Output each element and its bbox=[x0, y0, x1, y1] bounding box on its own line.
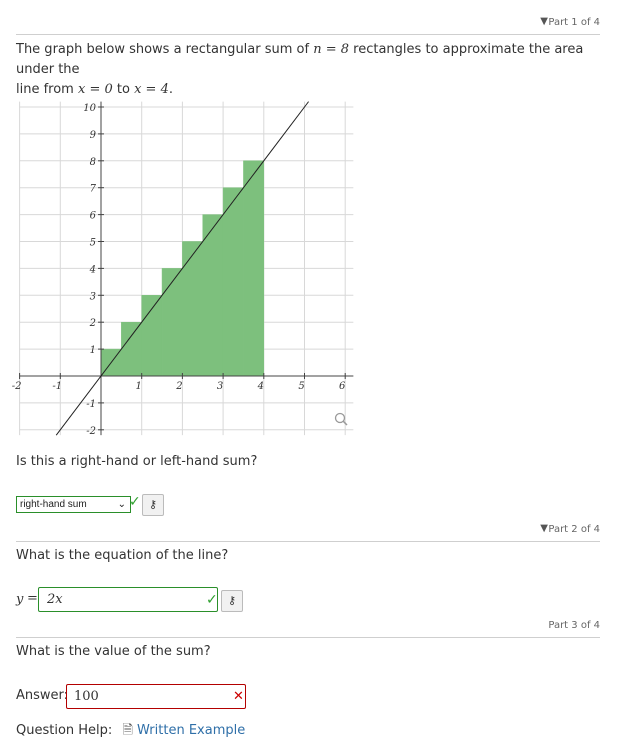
check-icon: ✓ bbox=[206, 592, 218, 608]
intro-text-line2: line from bbox=[16, 82, 78, 97]
math-n: n = 8 bbox=[313, 42, 350, 57]
x-tick-label: 5 bbox=[298, 381, 304, 392]
part1-intro: The graph below shows a rectangular sum … bbox=[16, 40, 606, 100]
intro-text: The graph below shows a rectangular sum … bbox=[16, 42, 314, 57]
x-tick-label: 4 bbox=[257, 381, 264, 392]
question-help: Question Help: 🗎 Written Example bbox=[16, 721, 245, 741]
math-x0: x = 0 bbox=[77, 82, 113, 97]
y-tick-label: 9 bbox=[90, 130, 97, 141]
rectangle-4 bbox=[161, 268, 183, 377]
y-tick-label: 3 bbox=[90, 291, 96, 302]
part3-label: Part 3 of 4 bbox=[548, 620, 600, 631]
rectangle-7 bbox=[222, 187, 244, 377]
check-icon: ✓ bbox=[129, 494, 141, 510]
y-tick-label: -2 bbox=[86, 426, 96, 437]
y-tick-label: -1 bbox=[86, 399, 96, 410]
rectangle-2 bbox=[121, 321, 142, 377]
x-tick-label: -1 bbox=[52, 381, 62, 392]
part1-label: Part 1 of 4 bbox=[548, 17, 600, 28]
document-icon: 🗎 bbox=[122, 723, 133, 738]
y-tick-label: 10 bbox=[83, 103, 96, 114]
y-label: y bbox=[16, 592, 24, 607]
y-tick-label: 2 bbox=[89, 318, 96, 329]
y-tick-label: 4 bbox=[89, 264, 96, 275]
x-tick-label: -2 bbox=[12, 381, 22, 392]
line-equation-input[interactable]: 2x bbox=[38, 587, 218, 612]
sum-type-value: right-hand sum bbox=[20, 499, 87, 510]
y-tick-label: 6 bbox=[90, 211, 97, 222]
rectangle-8 bbox=[243, 160, 265, 377]
part3-header: Part 3 of 4 bbox=[16, 617, 600, 638]
answer-label: Answer: bbox=[16, 688, 69, 703]
x-tick-label: 2 bbox=[175, 381, 182, 392]
collapse-triangle-icon[interactable]: ▼ bbox=[540, 523, 548, 534]
part1-question: Is this a right-hand or left-hand sum? bbox=[16, 454, 258, 469]
intro-to: to bbox=[112, 82, 135, 97]
y-tick-label: 1 bbox=[90, 345, 96, 356]
x-tick-label: 3 bbox=[217, 381, 223, 392]
x-icon: ✕ bbox=[233, 689, 244, 704]
rectangle-5 bbox=[182, 241, 203, 377]
part2-header: ▼ Part 2 of 4 bbox=[16, 521, 600, 542]
x-tick-label: 1 bbox=[136, 381, 142, 392]
y-tick-label: 7 bbox=[90, 184, 97, 195]
y-tick-label: 5 bbox=[90, 238, 96, 249]
sum-type-select[interactable]: right-hand sum ⌄ bbox=[16, 496, 131, 513]
part1-header: ▼ Part 1 of 4 bbox=[16, 14, 600, 35]
written-example-link[interactable]: Written Example bbox=[137, 723, 245, 738]
x-tick-label: 6 bbox=[339, 381, 346, 392]
key-icon[interactable]: ⚷ bbox=[221, 590, 243, 612]
intro-end: . bbox=[168, 82, 173, 97]
part2-question: What is the equation of the line? bbox=[16, 548, 229, 563]
equals-sign: = bbox=[27, 591, 38, 606]
chevron-down-icon: ⌄ bbox=[117, 499, 126, 510]
rectangle-3 bbox=[141, 295, 163, 377]
part3-question: What is the value of the sum? bbox=[16, 644, 211, 659]
sum-value-input[interactable]: 100 bbox=[66, 684, 246, 709]
collapse-triangle-icon[interactable]: ▼ bbox=[540, 16, 548, 27]
key-icon[interactable]: ⚷ bbox=[142, 494, 164, 516]
math-x4: x = 4 bbox=[134, 82, 169, 97]
part2-label: Part 2 of 4 bbox=[548, 524, 600, 535]
riemann-sum-graph: -2 -1 1 2 3 4 5 6 -2 -1 1 2 3 4 5 6 7 8 9 10 bbox=[12, 101, 354, 437]
help-label: Question Help: bbox=[16, 723, 113, 738]
y-tick-label: 8 bbox=[90, 157, 96, 168]
rectangle-6 bbox=[202, 214, 224, 377]
